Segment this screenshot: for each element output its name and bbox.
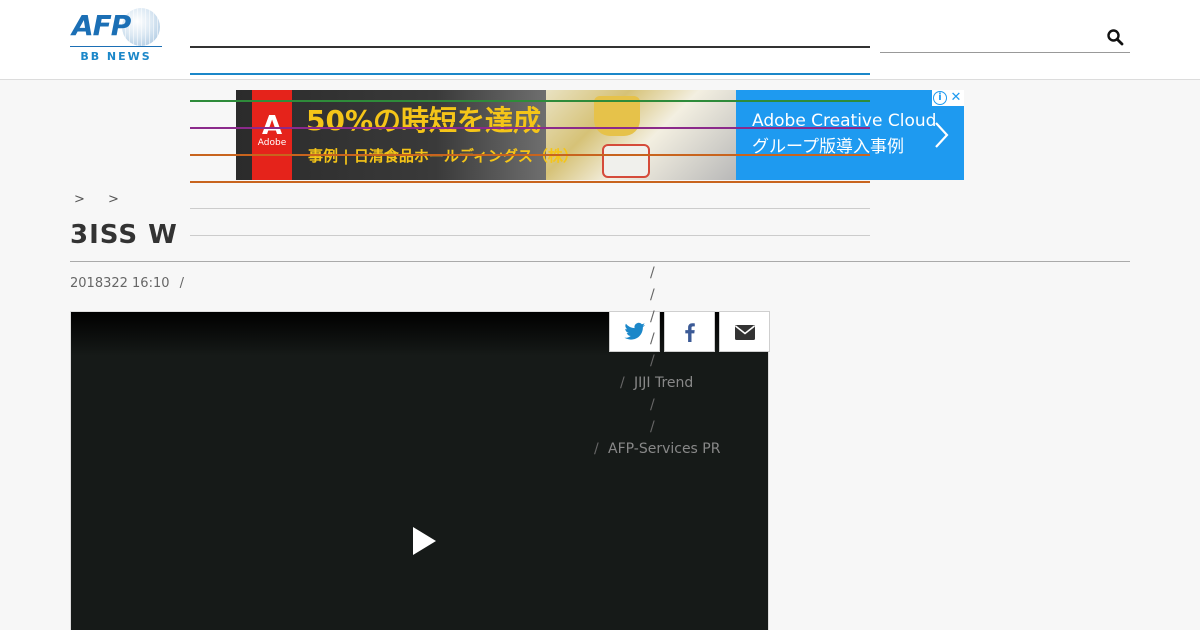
adobe-mark-icon: A — [261, 111, 283, 141]
chevron-right-icon — [935, 122, 949, 148]
play-icon[interactable] — [411, 526, 437, 556]
page-title: 3ISS W — [70, 216, 1130, 262]
menu-separator: / — [650, 353, 655, 369]
menu-separator: / — [650, 331, 655, 347]
nav-underline-1[interactable] — [190, 46, 870, 48]
video-player[interactable] — [70, 311, 769, 630]
menu-separator: / — [650, 265, 655, 281]
menu-separator: / — [650, 309, 655, 325]
search-box — [880, 24, 1130, 53]
publish-date: 2018322 16:10 — [70, 276, 170, 291]
menu-separator: / — [650, 397, 655, 413]
logo-brand: AFP — [72, 9, 131, 42]
menu-separator: / — [650, 287, 655, 303]
close-icon[interactable]: ✕ — [949, 91, 963, 105]
ad-choices[interactable]: i ✕ — [932, 90, 964, 106]
meta-separator: / — [179, 276, 185, 291]
title-text: 3ISS W — [70, 220, 178, 250]
ad-headline: 50%の時短を達成 — [306, 104, 542, 137]
envelope-icon — [735, 325, 755, 340]
adobe-logo: A Adobe — [252, 90, 292, 180]
afpbb-logo[interactable]: AFP BB NEWS — [70, 8, 162, 64]
adobe-wordmark: Adobe — [257, 138, 287, 148]
menu-separator: / — [650, 419, 655, 435]
noodle-cup-image — [602, 144, 650, 178]
ad-subline: 事例 | 日清食品ホールディングス（株） — [308, 147, 578, 165]
nav-underline-3[interactable] — [190, 100, 870, 102]
nav-underline-2[interactable] — [190, 73, 870, 75]
nav-underline-7[interactable] — [190, 208, 870, 209]
ad-banner[interactable]: A Adobe 50%の時短を達成 事例 | 日清食品ホールディングス（株） A… — [236, 90, 964, 180]
nav-underline-5[interactable] — [190, 154, 870, 156]
nav-underline-4[interactable] — [190, 127, 870, 129]
menu-link-afp-services-pr[interactable]: AFP-Services PR — [608, 440, 720, 458]
facebook-share-button[interactable] — [664, 311, 715, 352]
menu-separator: / — [594, 441, 599, 457]
logo-rule — [70, 46, 162, 47]
site-header: AFP BB NEWS — [0, 0, 1200, 80]
ad-cta-panel[interactable]: Adobe Creative Cloud グループ版導入事例 — [736, 90, 964, 180]
search-input[interactable] — [880, 24, 1100, 52]
info-icon[interactable]: i — [933, 91, 947, 105]
twitter-icon — [624, 322, 646, 340]
article-meta: 2018322 16:10 / — [70, 275, 184, 293]
menu-link-jiji-trend[interactable]: JIJI Trend — [634, 374, 693, 392]
logo-sub: BB NEWS — [80, 50, 152, 63]
nav-underline-6[interactable] — [190, 181, 870, 183]
breadcrumb-separator: > — [108, 192, 119, 207]
breadcrumb-separator: > — [74, 192, 85, 207]
menu-separator: / — [620, 375, 625, 391]
search-icon[interactable] — [1106, 28, 1124, 46]
facebook-icon — [685, 323, 695, 342]
noodle-cup-image — [594, 96, 640, 136]
email-share-button[interactable] — [719, 311, 770, 352]
